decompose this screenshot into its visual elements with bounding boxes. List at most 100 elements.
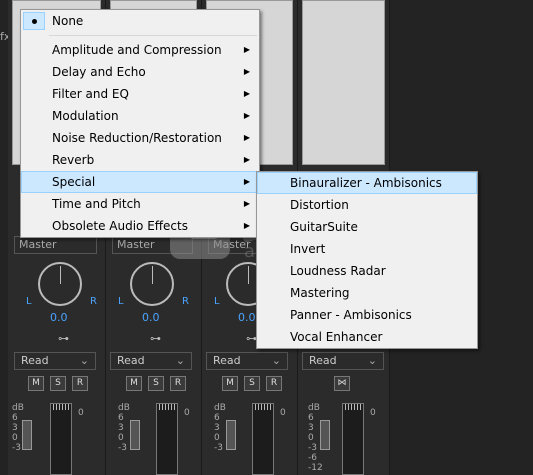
pan-value[interactable]: 0.0 [50, 311, 68, 324]
submenu-item-loudness-radar[interactable]: Loudness Radar [257, 260, 477, 282]
db-label: dB [12, 403, 24, 413]
chevron-right-icon: ▶ [243, 45, 250, 54]
submenu-item-mastering[interactable]: Mastering [257, 282, 477, 304]
pan-knob[interactable] [38, 262, 82, 306]
db-tick: 0 [118, 433, 124, 443]
automation-mode-label: Read [309, 354, 337, 367]
automation-mode-select[interactable]: Read ⌄ [14, 352, 96, 370]
chevron-right-icon: ▶ [243, 199, 250, 208]
mute-button[interactable]: M [28, 376, 44, 391]
automation-mode-label: Read [21, 354, 49, 367]
volume-fader[interactable] [226, 420, 236, 450]
db-scale: dB 6 3 0 -3 [118, 403, 130, 453]
menu-separator [49, 35, 257, 36]
pan-left-label: L [118, 296, 124, 307]
db-tick: 3 [214, 423, 220, 433]
menu-item-label: Amplitude and Compression [52, 43, 222, 57]
chevron-right-icon: ▶ [243, 67, 250, 76]
pan-left-label: L [26, 296, 32, 307]
menu-item-none[interactable]: None [21, 10, 259, 32]
menu-item-reverb[interactable]: Reverb ▶ [21, 149, 259, 171]
menu-item-label: Modulation [52, 109, 119, 123]
menu-item-label: Time and Pitch [52, 197, 141, 211]
volume-fader[interactable] [130, 420, 140, 450]
menu-item-label: Distortion [290, 198, 349, 212]
submenu-item-guitarsuite[interactable]: GuitarSuite [257, 216, 477, 238]
pan-value[interactable]: 0.0 [238, 311, 256, 324]
menu-item-label: Loudness Radar [290, 264, 386, 278]
level-meter [156, 403, 178, 475]
record-button[interactable]: R [266, 376, 282, 391]
mute-button[interactable]: M [222, 376, 238, 391]
menu-item-obsolete-effects[interactable]: Obsolete Audio Effects ▶ [21, 215, 259, 237]
meter-zero-label: 0 [280, 408, 286, 418]
db-tick: -12 [308, 463, 323, 473]
menu-item-label: Special [52, 175, 96, 189]
prefader-select[interactable]: Master [112, 236, 193, 254]
chevron-right-icon: ▶ [243, 155, 250, 164]
menu-item-time-pitch[interactable]: Time and Pitch ▶ [21, 193, 259, 215]
menu-item-amplitude-compression[interactable]: Amplitude and Compression ▶ [21, 39, 259, 61]
db-label: dB [214, 403, 226, 413]
menu-item-label: GuitarSuite [290, 220, 358, 234]
automation-mode-select[interactable]: Read ⌄ [302, 352, 384, 370]
menu-item-filter-eq[interactable]: Filter and EQ ▶ [21, 83, 259, 105]
automation-mode-select[interactable]: Read ⌄ [206, 352, 288, 370]
db-tick: -3 [214, 443, 223, 453]
menu-item-label: Reverb [52, 153, 95, 167]
db-tick: 6 [118, 413, 124, 423]
pan-right-label: R [90, 296, 97, 307]
solo-button[interactable]: S [148, 376, 164, 391]
submenu-item-invert[interactable]: Invert [257, 238, 477, 260]
db-tick: 6 [214, 413, 220, 423]
submenu-item-distortion[interactable]: Distortion [257, 194, 477, 216]
menu-item-noise-reduction[interactable]: Noise Reduction/Restoration ▶ [21, 127, 259, 149]
chevron-right-icon: ▶ [243, 133, 250, 142]
prefader-select[interactable]: Master [14, 236, 97, 254]
meter-zero-label: 0 [78, 408, 84, 418]
menu-item-special[interactable]: Special ▶ [21, 171, 259, 193]
db-tick: 3 [118, 423, 124, 433]
level-meter [252, 403, 274, 475]
chevron-right-icon: ▶ [243, 177, 250, 186]
menu-item-label: Filter and EQ [52, 87, 129, 101]
effects-menu: None Amplitude and Compression ▶ Delay a… [20, 9, 260, 238]
level-meter [50, 403, 72, 475]
menu-item-label: Mastering [290, 286, 350, 300]
automation-mode-label: Read [213, 354, 241, 367]
meter-zero-label: 0 [370, 408, 376, 418]
pan-right-label: R [182, 296, 189, 307]
pan-knob[interactable] [130, 262, 174, 306]
route-icon[interactable]: ⊶ [58, 332, 69, 345]
pan-value[interactable]: 0.0 [142, 311, 160, 324]
db-tick: -6 [308, 453, 317, 463]
chevron-right-icon: ▶ [243, 221, 250, 230]
submenu-item-panner-ambisonics[interactable]: Panner - Ambisonics [257, 304, 477, 326]
route-icon[interactable]: ⊶ [150, 332, 161, 345]
record-button[interactable]: R [72, 376, 88, 391]
submenu-item-vocal-enhancer[interactable]: Vocal Enhancer [257, 326, 477, 348]
meter-zero-label: 0 [184, 408, 190, 418]
menu-item-modulation[interactable]: Modulation ▶ [21, 105, 259, 127]
submenu-item-binauralizer[interactable]: Binauralizer - Ambisonics [257, 172, 477, 194]
mute-button[interactable]: M [126, 376, 142, 391]
menu-item-label: Delay and Echo [52, 65, 146, 79]
solo-button[interactable]: S [244, 376, 260, 391]
record-button[interactable]: R [170, 376, 186, 391]
menu-item-label: Obsolete Audio Effects [52, 219, 188, 233]
volume-fader[interactable] [22, 420, 32, 450]
menu-item-label: Invert [290, 242, 326, 256]
menu-item-label: Binauralizer - Ambisonics [290, 176, 442, 190]
automation-mode-select[interactable]: Read ⌄ [110, 352, 192, 370]
db-tick: 0 [214, 433, 220, 443]
solo-button[interactable]: S [50, 376, 66, 391]
chevron-down-icon: ⌄ [79, 354, 89, 367]
menu-item-label: Vocal Enhancer [290, 330, 383, 344]
effects-rack[interactable] [302, 0, 385, 165]
menu-item-delay-echo[interactable]: Delay and Echo ▶ [21, 61, 259, 83]
volume-fader[interactable] [320, 420, 330, 450]
radio-bullet-icon [23, 12, 45, 30]
menu-item-label: None [52, 14, 84, 28]
bowtie-icon[interactable]: ⋈ [334, 376, 350, 391]
chevron-right-icon: ▶ [243, 111, 250, 120]
